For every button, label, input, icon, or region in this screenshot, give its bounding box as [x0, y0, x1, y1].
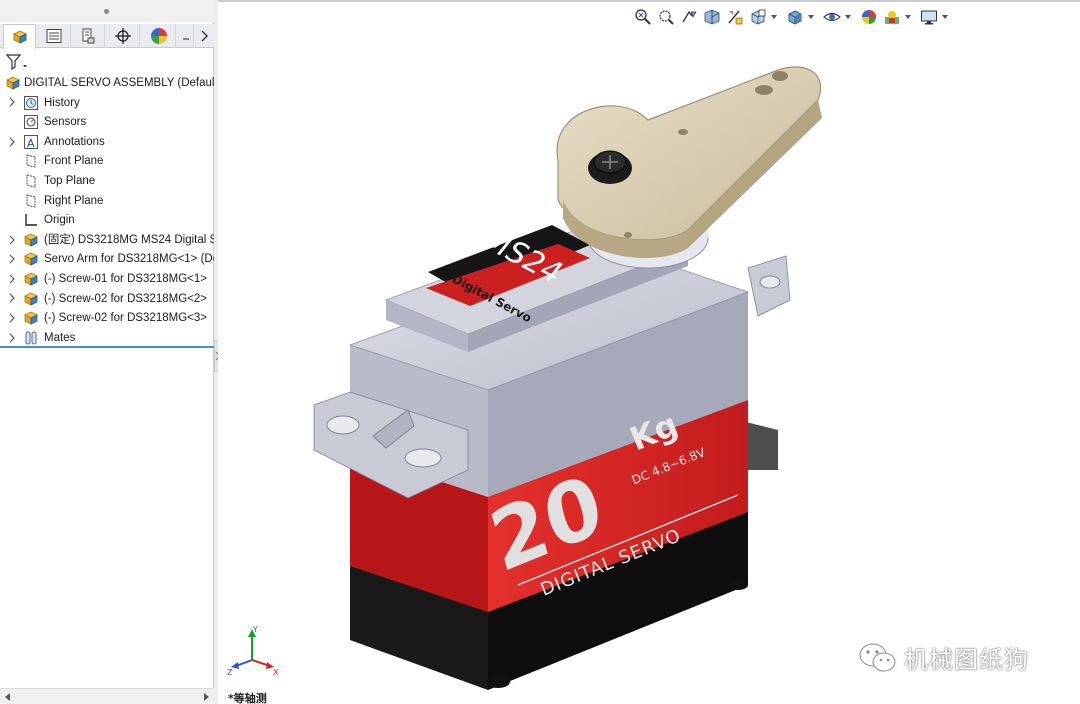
- tree-item[interactable]: Origin: [0, 210, 214, 230]
- expand-arrow-icon[interactable]: [8, 97, 16, 107]
- watermark-text: 机械图纸狗: [904, 646, 1029, 674]
- tree-item-label: Sensors: [44, 116, 87, 129]
- sensor-icon: [24, 115, 38, 130]
- triad-y-label: Y: [252, 625, 258, 634]
- part-icon: [24, 292, 38, 306]
- part-icon: [24, 252, 38, 266]
- feature-tree: DIGITAL SERVO ASSEMBLY (Default<Display …: [0, 73, 214, 347]
- tree-item[interactable]: A Annotations: [0, 132, 214, 152]
- svg-text:A: A: [27, 137, 35, 150]
- chevron-right-icon: [201, 30, 208, 42]
- assembly-icon: [6, 76, 20, 90]
- tree-item[interactable]: (固定) DS3218MG MS24 Digital Servo<1>: [0, 230, 214, 250]
- mates-icon: [25, 331, 37, 345]
- axis-triad: Y X Z: [227, 625, 279, 677]
- view-orientation-label: *等轴测: [228, 692, 267, 704]
- tree-item-label: Front Plane: [44, 155, 104, 168]
- expand-arrow-icon[interactable]: [8, 293, 16, 303]
- tab-dimxpert-manager[interactable]: [107, 24, 140, 48]
- part-icon: [24, 311, 38, 325]
- plane-icon: [26, 193, 36, 208]
- feature-manager-icon: [12, 30, 27, 44]
- property-manager-icon: [46, 29, 62, 43]
- tree-item-label: Servo Arm for DS3218MG<1> (Default): [44, 253, 214, 266]
- tree-item-label: History: [44, 96, 80, 109]
- plane-icon: [26, 154, 36, 169]
- tab-scroll-left[interactable]: [178, 24, 194, 48]
- mount-hole: [404, 448, 442, 468]
- triad-x-label: X: [273, 668, 279, 677]
- tree-item[interactable]: (-) Screw-02 for DS3218MG<3>: [0, 308, 214, 328]
- tab-feature-manager[interactable]: [3, 24, 36, 49]
- tree-root-label: DIGITAL SERVO ASSEMBLY (Default<Display …: [24, 77, 214, 89]
- manager-tabs: [0, 24, 214, 49]
- arm-hole: [624, 232, 632, 238]
- tree-item-label: (-) Screw-01 for DS3218MG<1>: [44, 272, 207, 285]
- mount-hole: [326, 415, 360, 435]
- tab-property-manager[interactable]: [38, 24, 71, 48]
- tree-item[interactable]: (-) Screw-01 for DS3218MG<1>: [0, 269, 214, 289]
- filter-icon: [5, 54, 27, 71]
- part-icon: [24, 233, 38, 247]
- tree-item[interactable]: History: [0, 93, 214, 113]
- expand-arrow-icon[interactable]: [8, 235, 16, 245]
- triad-z-label: Z: [227, 668, 233, 677]
- dots-icon: [182, 38, 189, 40]
- tab-configuration-manager[interactable]: [72, 24, 105, 48]
- tree-item-label: Annotations: [44, 135, 105, 148]
- tree-item[interactable]: Front Plane: [0, 151, 214, 171]
- tree-item-label: (-) Screw-02 for DS3218MG<2>: [44, 292, 207, 305]
- horizontal-scrollbar[interactable]: [0, 688, 214, 704]
- color-wheel-icon: [151, 28, 167, 44]
- arm-hole: [678, 129, 688, 135]
- history-icon: [24, 95, 38, 110]
- tree-item-label: Top Plane: [44, 174, 96, 187]
- expand-arrow-icon[interactable]: [8, 137, 16, 147]
- plane-icon: [26, 174, 36, 188]
- pane-grip[interactable]: [0, 0, 214, 22]
- tree-item[interactable]: Top Plane: [0, 171, 214, 191]
- configuration-manager-icon: [82, 28, 95, 44]
- arm-hole: [755, 85, 773, 95]
- tree-item[interactable]: Mates: [0, 328, 214, 348]
- crosshair-icon: [115, 28, 131, 44]
- mount-hole: [759, 275, 781, 289]
- tree-item[interactable]: (-) Screw-02 for DS3218MG<2>: [0, 289, 214, 309]
- part-icon: [24, 272, 38, 286]
- tree-item[interactable]: Sensors: [0, 112, 214, 132]
- graphics-area[interactable]: MS24 Digital Servo 20 Kg DC 4.8~6.8V DIG…: [218, 0, 1080, 704]
- feature-manager-pane: DIGITAL SERVO ASSEMBLY (Default<Display …: [0, 0, 214, 704]
- scroll-left-icon[interactable]: [4, 693, 12, 701]
- tree-item-label: (-) Screw-02 for DS3218MG<3>: [44, 312, 207, 325]
- expand-arrow-icon[interactable]: [8, 313, 16, 323]
- arm-hole: [772, 71, 788, 81]
- watermark: 机械图纸狗: [858, 640, 1029, 675]
- tree-item-label: Mates: [44, 331, 76, 344]
- tree-filter[interactable]: [4, 52, 210, 72]
- origin-icon: [25, 214, 37, 226]
- servo-model[interactable]: MS24 Digital Servo 20 Kg DC 4.8~6.8V DIG…: [218, 0, 1080, 704]
- tree-item[interactable]: Servo Arm for DS3218MG<1> (Default): [0, 249, 214, 269]
- scroll-right-icon[interactable]: [202, 693, 210, 701]
- tree-item-label: Origin: [44, 214, 75, 227]
- tree-divider: [0, 346, 214, 348]
- tree-root[interactable]: DIGITAL SERVO ASSEMBLY (Default<Display …: [0, 73, 214, 93]
- tree-item[interactable]: Right Plane: [0, 191, 214, 211]
- tree-item-label: (固定) DS3218MG MS24 Digital Servo<1>: [44, 233, 214, 246]
- tab-scroll-right[interactable]: [195, 24, 213, 48]
- wechat-icon: [859, 643, 896, 671]
- base-foot: [486, 676, 510, 688]
- expand-arrow-icon[interactable]: [8, 254, 16, 264]
- expand-arrow-icon[interactable]: [8, 333, 16, 343]
- tree-item-label: Right Plane: [44, 194, 104, 207]
- expand-arrow-icon[interactable]: [8, 274, 16, 284]
- base-foot: [728, 580, 748, 590]
- annotation-icon: A: [24, 134, 38, 150]
- tab-display-manager[interactable]: [143, 24, 176, 48]
